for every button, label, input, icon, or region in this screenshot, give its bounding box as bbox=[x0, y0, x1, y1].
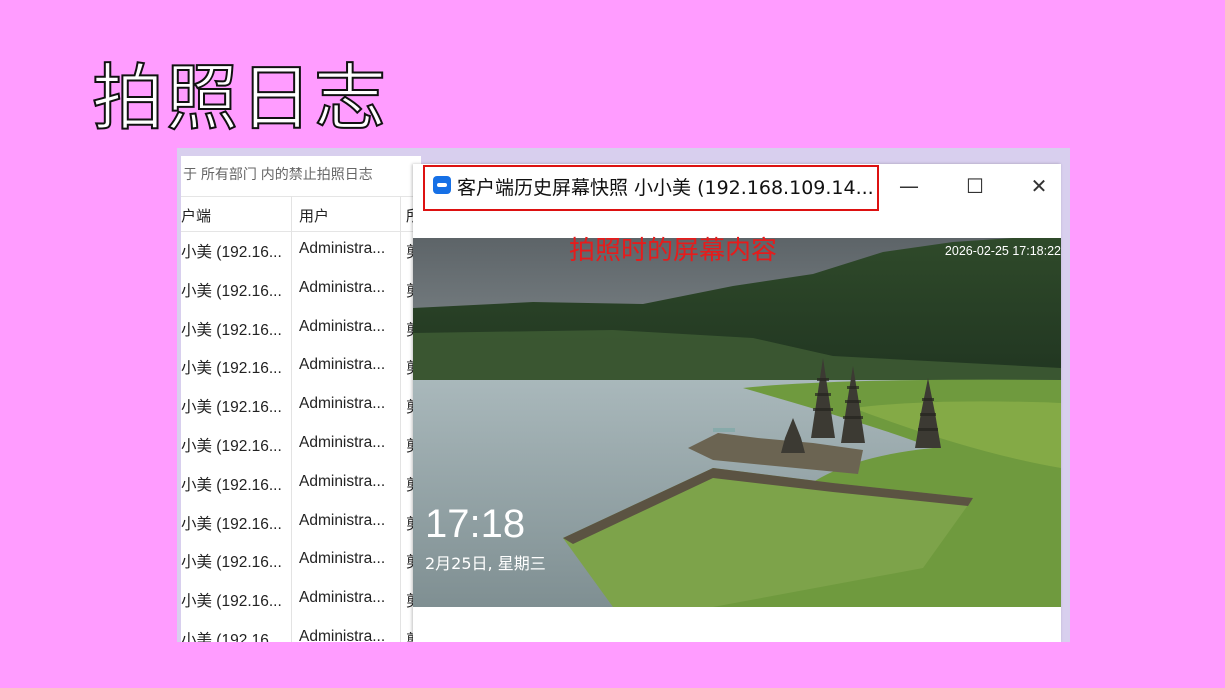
cell-user: Administra... bbox=[299, 278, 386, 296]
cell-user: Administra... bbox=[299, 433, 386, 451]
cell-client: 小美 (192.16... bbox=[181, 321, 282, 339]
table-row[interactable]: 小美 (192.16...Administra...剪 bbox=[181, 347, 421, 386]
cell-user: Administra... bbox=[299, 395, 386, 413]
column-header-client[interactable]: 户端 bbox=[181, 205, 211, 226]
cell-user: Administra... bbox=[299, 317, 386, 335]
cell-user: Administra... bbox=[299, 511, 386, 529]
cell-client: 小美 (192.16... bbox=[181, 244, 282, 261]
list-caption: 于 所有部门 内的禁止拍照日志 bbox=[183, 166, 373, 182]
cell-client: 小美 (192.16... bbox=[181, 437, 282, 455]
table-row[interactable]: 小美 (192.16...Administra...剪 bbox=[181, 386, 421, 425]
window-titlebar[interactable]: 客户端历史屏幕快照 小小美 (192.168.109.14... — ☐ ✕ bbox=[413, 164, 1061, 211]
table-row[interactable]: 小美 (192.16...Administra...剪 bbox=[181, 309, 421, 348]
cell-user: Administra... bbox=[299, 550, 386, 568]
screen-snapshot-image: 2026-02-25 17:18:22 17:18 2月25日, 星期三 bbox=[413, 238, 1061, 607]
table-row[interactable]: 小美 (192.16...Administra...剪 bbox=[181, 425, 421, 464]
lockscreen-time: 17:18 bbox=[425, 502, 526, 546]
cell-user: Administra... bbox=[299, 240, 386, 257]
table-row[interactable]: 小美 (192.16...Administra...剪 bbox=[181, 580, 421, 619]
cell-user: Administra... bbox=[299, 472, 386, 490]
cell-user: Administra... bbox=[299, 356, 386, 374]
cell-client: 小美 (192.16... bbox=[181, 593, 282, 611]
maximize-button[interactable]: ☐ bbox=[953, 166, 997, 206]
minimize-button[interactable]: — bbox=[887, 166, 931, 206]
table-row[interactable]: 小美 (192.16...Administra...剪 bbox=[181, 464, 421, 503]
column-header-user[interactable]: 用户 bbox=[299, 205, 329, 226]
cell-client: 小美 (192.16... bbox=[181, 476, 282, 494]
table-row[interactable]: 小美 (192.16...Administra...剪 bbox=[181, 503, 421, 542]
table-row[interactable]: 小美 (192.16...Administra...剪 bbox=[181, 619, 421, 642]
lockscreen-date: 2月25日, 星期三 bbox=[425, 554, 546, 573]
table-row[interactable]: 小美 (192.16...Administra...剪 bbox=[181, 541, 421, 580]
list-rows: 小美 (192.16...Administra...剪小美 (192.16...… bbox=[181, 231, 421, 642]
slide-title: 拍照日志 bbox=[91, 56, 389, 140]
cell-client: 小美 (192.16... bbox=[181, 360, 282, 378]
cell-user: Administra... bbox=[299, 627, 386, 642]
cell-user: Administra... bbox=[299, 589, 386, 607]
cell-client: 小美 (192.16... bbox=[181, 554, 282, 572]
annotation-label: 拍照时的屏幕内容 bbox=[569, 236, 778, 266]
cell-client: 小美 (192.16... bbox=[181, 631, 282, 642]
list-header: 户端 用户 所 bbox=[181, 196, 421, 232]
snapshot-timestamp: 2026-02-25 17:18:22 bbox=[944, 244, 1061, 258]
screenshot-frame: 于 所有部门 内的禁止拍照日志 户端 用户 所 小美 (192.16... Adm… bbox=[177, 148, 1070, 642]
table-row[interactable]: 小美 (192.16...Administra...剪 bbox=[181, 231, 421, 270]
cell-client: 小美 (192.16... bbox=[181, 515, 282, 533]
window-title: 客户端历史屏幕快照 小小美 (192.168.109.14... bbox=[457, 177, 874, 199]
table-row[interactable]: 小美 (192.16...Administra...剪 bbox=[181, 270, 421, 309]
log-list-panel: 于 所有部门 内的禁止拍照日志 户端 用户 所 小美 (192.16... Adm… bbox=[181, 156, 421, 642]
cell-client: 小美 (192.16... bbox=[181, 282, 282, 300]
app-icon bbox=[433, 176, 451, 194]
cell-client: 小美 (192.16... bbox=[181, 399, 282, 417]
snapshot-window: 客户端历史屏幕快照 小小美 (192.168.109.14... — ☐ ✕ 2… bbox=[413, 164, 1061, 642]
close-button[interactable]: ✕ bbox=[1017, 166, 1061, 206]
